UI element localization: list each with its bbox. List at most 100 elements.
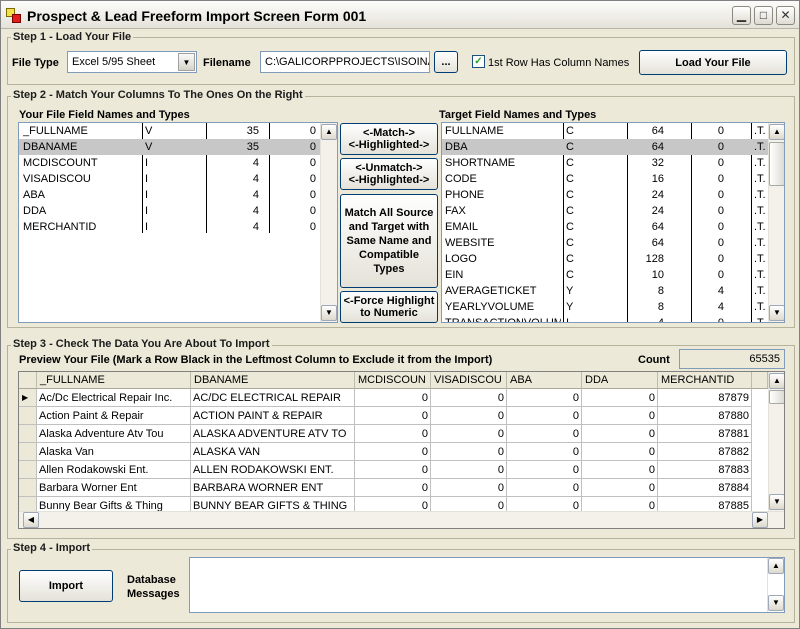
preview-cell[interactable]: 87879 — [658, 389, 752, 407]
preview-cell[interactable]: 0 — [582, 389, 658, 407]
filename-input[interactable]: C:\GALICORPPROJECTS\ISOINAB — [260, 51, 430, 73]
target-field-row[interactable]: FAX C 24 0 .T. — [442, 203, 768, 219]
target-field-row[interactable]: EIN C 10 0 .T. — [442, 267, 768, 283]
scroll-up-icon[interactable]: ▲ — [769, 124, 784, 140]
scroll-up-icon[interactable]: ▲ — [769, 373, 784, 389]
target-field-row[interactable]: DBA C 64 0 .T. — [442, 139, 768, 155]
source-field-row[interactable]: MCDISCOUNT I 4 0 — [19, 155, 320, 171]
preview-cell[interactable]: 0 — [355, 443, 431, 461]
source-scrollbar[interactable]: ▲ ▼ — [320, 123, 337, 322]
source-field-row[interactable]: _FULLNAME V 35 0 — [19, 123, 320, 139]
preview-cell[interactable]: 0 — [582, 407, 658, 425]
preview-cell[interactable]: Barbara Worner Ent — [37, 479, 191, 497]
target-field-row[interactable]: CODE C 16 0 .T. — [442, 171, 768, 187]
row-selector[interactable] — [19, 407, 37, 425]
browse-button[interactable]: ... — [434, 51, 458, 73]
preview-cell[interactable]: ALASKA VAN — [191, 443, 355, 461]
source-field-row[interactable]: DBANAME V 35 0 — [19, 139, 320, 155]
scroll-thumb[interactable] — [769, 390, 784, 404]
preview-column-header[interactable]: DBANAME — [191, 372, 355, 389]
preview-cell[interactable]: 0 — [355, 425, 431, 443]
scroll-down-icon[interactable]: ▼ — [768, 595, 784, 611]
preview-cell[interactable]: AC/DC ELECTRICAL REPAIR — [191, 389, 355, 407]
preview-column-header[interactable]: DDA — [582, 372, 658, 389]
preview-cell[interactable]: 0 — [582, 461, 658, 479]
target-field-row[interactable]: FULLNAME C 64 0 .T. — [442, 123, 768, 139]
preview-cell[interactable]: BARBARA WORNER ENT — [191, 479, 355, 497]
target-field-row[interactable]: LOGO C 128 0 .T. — [442, 251, 768, 267]
preview-grid[interactable]: _FULLNAME DBANAME MCDISCOUN VISADISCOU ABA DD… — [18, 371, 785, 529]
target-field-row[interactable]: PHONE C 24 0 .T. — [442, 187, 768, 203]
preview-cell[interactable]: 0 — [507, 407, 582, 425]
target-fields-list[interactable]: FULLNAME C 64 0 .T. DBA C 64 0 .T. SHORTNAME C 32 0 .T… — [441, 122, 785, 323]
preview-cell[interactable]: 0 — [507, 389, 582, 407]
match-all-button[interactable]: Match All Source and Target with Same Na… — [340, 194, 438, 288]
load-file-button[interactable]: Load Your File — [639, 50, 787, 75]
preview-cell[interactable]: 87884 — [658, 479, 752, 497]
preview-cell[interactable]: 0 — [507, 443, 582, 461]
preview-cell[interactable]: 87883 — [658, 461, 752, 479]
preview-cell[interactable]: 0 — [431, 389, 507, 407]
chevron-down-icon[interactable]: ▼ — [178, 53, 195, 71]
force-numeric-button[interactable]: <-Force Highlight to Numeric — [340, 291, 438, 323]
preview-cell[interactable]: 87882 — [658, 443, 752, 461]
preview-cell[interactable]: 0 — [431, 407, 507, 425]
preview-cell[interactable]: 0 — [582, 479, 658, 497]
target-field-row[interactable]: AVERAGETICKET Y 8 4 .T. — [442, 283, 768, 299]
scroll-thumb[interactable] — [769, 142, 784, 186]
scroll-right-icon[interactable]: ▶ — [752, 512, 768, 528]
preview-cell[interactable]: 0 — [355, 461, 431, 479]
row-selector[interactable] — [19, 461, 37, 479]
preview-column-header[interactable]: _FULLNAME — [37, 372, 191, 389]
preview-cell[interactable]: 87881 — [658, 425, 752, 443]
preview-cell[interactable]: Action Paint & Repair — [37, 407, 191, 425]
maximize-button[interactable]: □ — [754, 6, 773, 25]
preview-cell[interactable]: Allen Rodakowski Ent. — [37, 461, 191, 479]
scroll-down-icon[interactable]: ▼ — [321, 305, 337, 321]
target-scrollbar[interactable]: ▲ ▼ — [768, 123, 784, 322]
unmatch-highlighted-button[interactable]: <-Unmatch-> <-Highlighted-> — [340, 158, 438, 190]
file-type-select[interactable]: Excel 5/95 Sheet ▼ — [67, 51, 197, 73]
preview-cell[interactable]: 0 — [507, 461, 582, 479]
preview-cell[interactable]: 0 — [431, 479, 507, 497]
title-bar[interactable]: Prospect & Lead Freeform Import Screen F… — [1, 1, 799, 29]
preview-cell[interactable]: ALLEN RODAKOWSKI ENT. — [191, 461, 355, 479]
match-highlighted-button[interactable]: <-Match-> <-Highlighted-> — [340, 123, 438, 155]
source-field-row[interactable]: DDA I 4 0 — [19, 203, 320, 219]
source-field-row[interactable]: MERCHANTID I 4 0 — [19, 219, 320, 235]
preview-column-header[interactable]: ABA — [507, 372, 582, 389]
import-button[interactable]: Import — [19, 570, 113, 602]
preview-cell[interactable]: 87880 — [658, 407, 752, 425]
preview-cell[interactable]: 0 — [582, 425, 658, 443]
row-selector[interactable]: ▶ — [19, 389, 37, 407]
preview-cell[interactable]: ALASKA ADVENTURE ATV TO — [191, 425, 355, 443]
scroll-up-icon[interactable]: ▲ — [321, 124, 337, 140]
preview-column-header[interactable]: MERCHANTID — [658, 372, 752, 389]
preview-cell[interactable]: 0 — [507, 425, 582, 443]
preview-cell[interactable]: 0 — [507, 479, 582, 497]
preview-column-header[interactable]: VISADISCOU — [431, 372, 507, 389]
target-field-row[interactable]: EMAIL C 64 0 .T. — [442, 219, 768, 235]
scroll-down-icon[interactable]: ▼ — [769, 305, 784, 321]
messages-scrollbar[interactable]: ▲ ▼ — [767, 558, 784, 612]
preview-cell[interactable]: 0 — [431, 443, 507, 461]
source-fields-list[interactable]: _FULLNAME V 35 0 DBANAME V 35 0 MCDISCOUNT I 4 0 VIS… — [18, 122, 338, 323]
database-messages-textarea[interactable] — [189, 557, 785, 613]
preview-cell[interactable]: Alaska Van — [37, 443, 191, 461]
preview-cell[interactable]: ACTION PAINT & REPAIR — [191, 407, 355, 425]
source-field-row[interactable]: VISADISCOU I 4 0 — [19, 171, 320, 187]
target-field-row[interactable]: SHORTNAME C 32 0 .T. — [442, 155, 768, 171]
preview-cell[interactable]: 0 — [431, 461, 507, 479]
preview-cell[interactable]: 0 — [355, 389, 431, 407]
preview-cell[interactable]: 0 — [582, 443, 658, 461]
preview-column-header[interactable]: MCDISCOUN — [355, 372, 431, 389]
source-field-row[interactable]: ABA I 4 0 — [19, 187, 320, 203]
scroll-down-icon[interactable]: ▼ — [769, 494, 784, 510]
preview-cell[interactable]: Ac/Dc Electrical Repair Inc. — [37, 389, 191, 407]
target-field-row[interactable]: WEBSITE C 64 0 .T. — [442, 235, 768, 251]
target-field-row[interactable]: TRANSACTIONVOLUME I 4 0 .T. — [442, 315, 768, 322]
row-selector[interactable] — [19, 425, 37, 443]
scroll-up-icon[interactable]: ▲ — [768, 558, 784, 574]
preview-cell[interactable]: 0 — [355, 407, 431, 425]
close-button[interactable]: ✕ — [776, 6, 795, 25]
